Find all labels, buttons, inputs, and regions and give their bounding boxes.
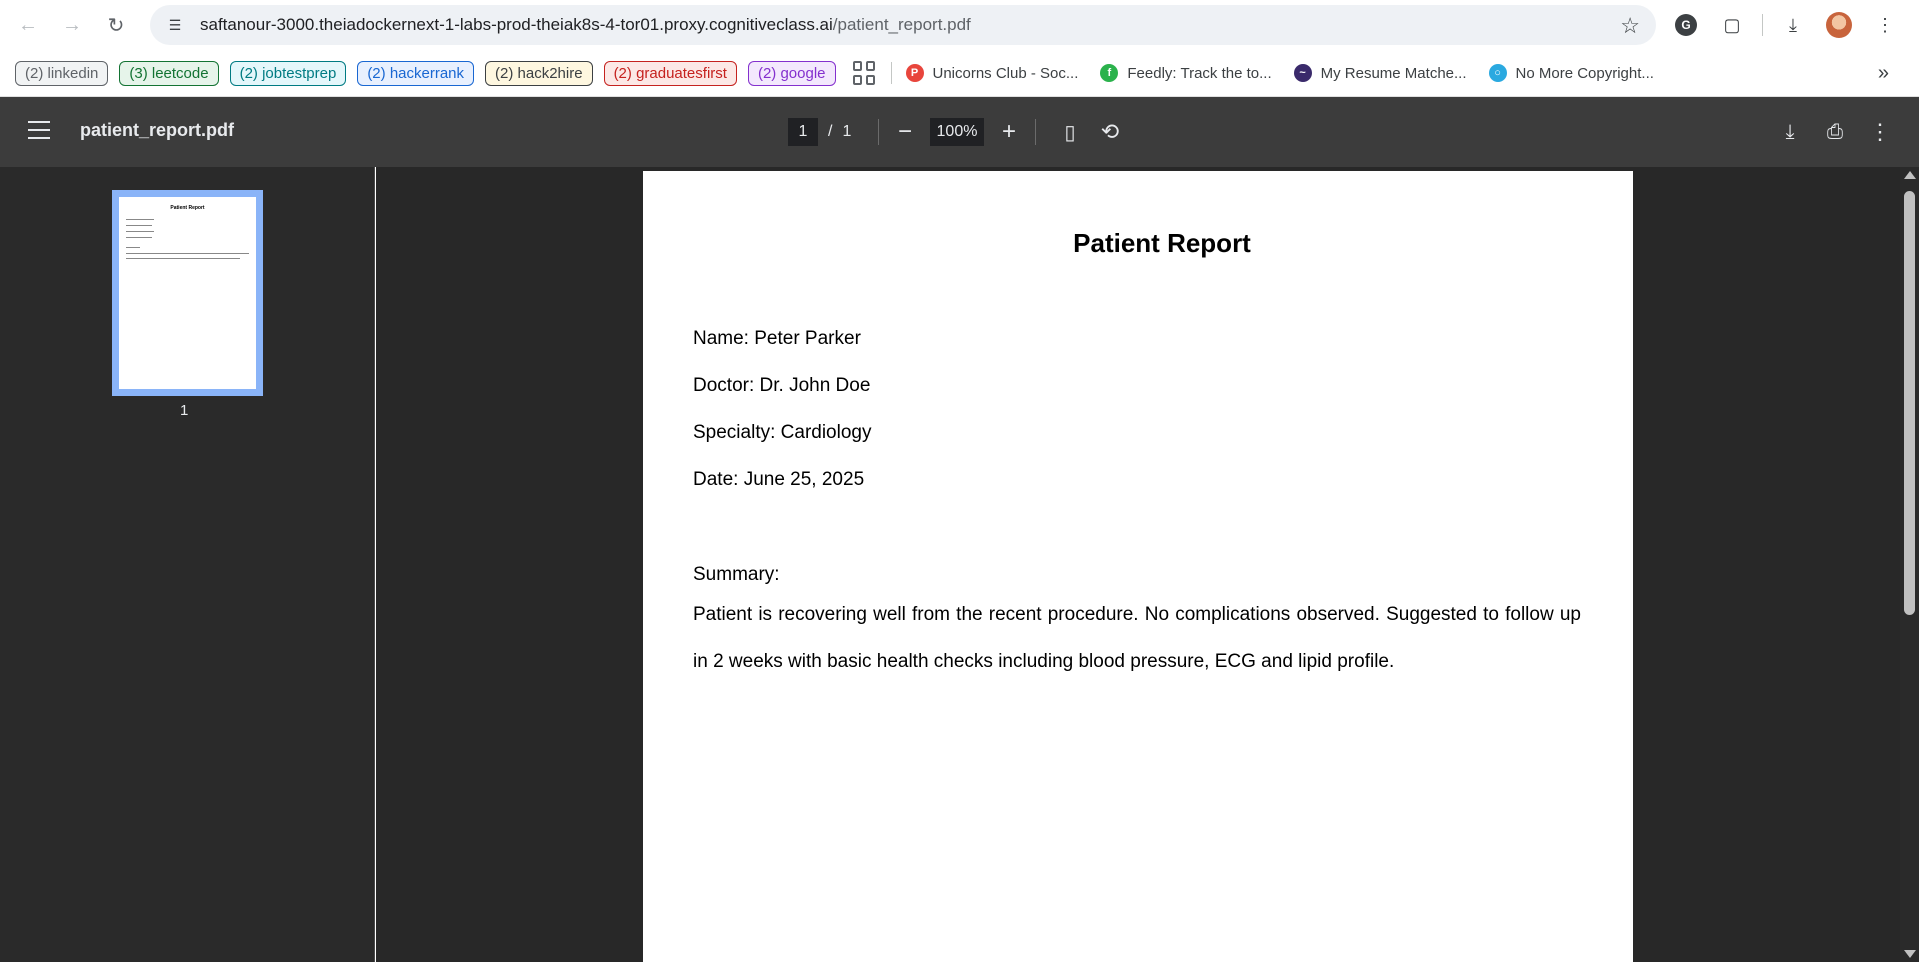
toolbar-divider [1762, 14, 1763, 36]
doctor-name: Doctor: Dr. John Doe [693, 375, 871, 396]
bookmark-list: P Unicorns Club - Soc... f Feedly: Track th… [905, 64, 1676, 82]
thumbnail-page: Patient Report [119, 197, 256, 389]
thumbnail-sidebar: Patient Report 1 [0, 167, 375, 962]
star-icon[interactable]: ☆ [1620, 13, 1640, 39]
back-button[interactable]: ← [8, 5, 48, 45]
sidebar-toggle-menu-icon[interactable] [28, 121, 50, 139]
bookmark-chip[interactable]: (2) linkedin [15, 60, 109, 86]
summary-text: Patient is recovering well from the rece… [693, 604, 1581, 672]
favicon-icon: P [905, 64, 924, 82]
thumbnail-title: Patient Report [170, 205, 205, 211]
bookmark-item[interactable]: ~ My Resume Matche... [1293, 64, 1467, 82]
rotate-counterclockwise-icon: ⟲ [1100, 119, 1120, 144]
zoom-level-input[interactable]: 100% [930, 118, 984, 146]
more-vert-icon: ⋮ [1869, 119, 1891, 144]
minus-icon: − [897, 118, 912, 145]
fit-page-button[interactable]: ▯ [1055, 117, 1085, 147]
scroll-down-arrow-icon[interactable] [1904, 950, 1916, 958]
favicon-icon: ~ [1293, 64, 1312, 82]
bookmark-item[interactable]: P Unicorns Club - Soc... [905, 64, 1079, 82]
reload-button[interactable]: ↻ [96, 5, 136, 45]
bookmarks-divider [890, 62, 892, 84]
printer-icon: ⎙ [1827, 120, 1843, 143]
bookmark-label: Feedly: Track the to... [1127, 64, 1272, 82]
favicon-icon: ○ [1488, 64, 1507, 82]
thumbnail-page-number: 1 [180, 402, 189, 419]
bookmark-chip[interactable]: (2) hack2hire [485, 60, 593, 86]
chevron-double-right-icon[interactable]: » [1878, 62, 1889, 85]
browser-menu-button[interactable]: ⋮ [1869, 9, 1901, 41]
more-vert-icon: ⋮ [1876, 14, 1894, 35]
profile-button[interactable] [1823, 9, 1855, 41]
pdf-more-button[interactable]: ⋮ [1865, 117, 1895, 147]
address-bar[interactable]: ☰ saftanour-3000.theiadockernext-1-labs-… [150, 5, 1656, 45]
bookmarks-bar: (2) linkedin (3) leetcode (2) jobtestprep (… [0, 50, 1919, 97]
download-icon: ⤓ [1789, 14, 1797, 35]
apps-grid-icon[interactable] [852, 61, 877, 85]
report-date: Date: June 25, 2025 [693, 469, 865, 490]
toolbar-divider [1035, 119, 1036, 145]
zoom-out-button[interactable]: − [890, 117, 920, 147]
browser-toolbar: ← → ↻ ☰ saftanour-3000.theiadockernext-1… [0, 0, 1919, 50]
viewer-scrollbar[interactable] [1900, 167, 1919, 962]
tune-icon[interactable]: ☰ [164, 14, 186, 36]
specialty: Specialty: Cardiology [693, 422, 872, 443]
page-number-input[interactable]: 1 [788, 118, 818, 146]
arrow-right-icon: → [62, 13, 82, 36]
bookmark-chip[interactable]: (2) graduatesfirst [603, 60, 737, 86]
browser-actions: G ▢ ⤓ ⋮ [1670, 5, 1901, 45]
summary-heading: Summary: [693, 564, 780, 585]
zoom-in-button[interactable]: + [994, 117, 1024, 147]
reload-icon: ↻ [107, 14, 125, 37]
bookmark-label: Unicorns Club - Soc... [932, 64, 1079, 82]
pdf-viewer: Patient Report Name: Peter Parker Doctor… [376, 167, 1900, 962]
report-title: Patient Report [1073, 228, 1251, 258]
pdf-page: Patient Report Name: Peter Parker Doctor… [643, 171, 1633, 962]
print-button[interactable]: ⎙ [1820, 117, 1850, 147]
bookmark-chip[interactable]: (2) google [747, 60, 836, 86]
toolbar-divider [878, 119, 879, 145]
scroll-thumb[interactable] [1904, 191, 1915, 615]
url-text[interactable]: saftanour-3000.theiadockernext-1-labs-pr… [200, 15, 971, 35]
downloads-button[interactable]: ⤓ [1777, 9, 1809, 41]
g-extension-icon: G [1675, 14, 1697, 36]
extensions-button[interactable]: ▢ [1716, 9, 1748, 41]
bookmark-label: My Resume Matche... [1320, 64, 1467, 82]
pdf-toolbar: patient_report.pdf 1 / 1 − 100% + ▯ ⟲ ⤓ … [0, 97, 1919, 167]
pdf-filename: patient_report.pdf [80, 120, 235, 140]
plus-icon: + [1001, 118, 1016, 145]
bookmark-chip[interactable]: (3) leetcode [119, 60, 219, 86]
download-pdf-button[interactable]: ⤓ [1775, 117, 1805, 147]
download-icon: ⤓ [1785, 120, 1795, 143]
avatar [1826, 12, 1852, 38]
bookmark-chip[interactable]: (2) hackerrank [357, 60, 475, 86]
fit-to-page-icon: ▯ [1064, 121, 1076, 144]
bookmark-label: No More Copyright... [1515, 64, 1654, 82]
arrow-left-icon: ← [18, 13, 38, 36]
bookmark-group-chips: (2) linkedin (3) leetcode (2) jobtestprep (… [15, 60, 847, 86]
scroll-up-arrow-icon[interactable] [1904, 171, 1916, 179]
puzzle-icon: ▢ [1723, 14, 1741, 35]
favicon-icon: f [1100, 64, 1119, 82]
page-thumbnail[interactable]: Patient Report [112, 190, 263, 396]
patient-name: Name: Peter Parker [693, 328, 861, 349]
rotate-button[interactable]: ⟲ [1095, 117, 1125, 147]
forward-button[interactable]: → [52, 5, 92, 45]
total-pages: 1 [842, 123, 852, 140]
extension-g-button[interactable]: G [1670, 9, 1702, 41]
bookmark-chip[interactable]: (2) jobtestprep [229, 60, 347, 86]
page-separator: / [828, 123, 833, 140]
bookmark-item[interactable]: f Feedly: Track the to... [1100, 64, 1272, 82]
bookmark-item[interactable]: ○ No More Copyright... [1488, 64, 1654, 82]
page-selector: 1 / 1 [788, 118, 851, 146]
